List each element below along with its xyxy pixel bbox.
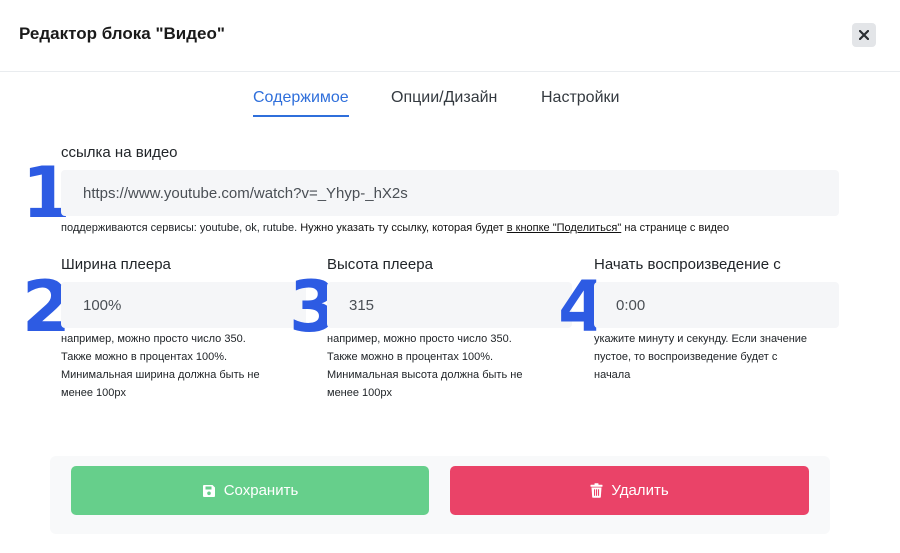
share-button-link[interactable]: в кнопке "Поделиться" <box>507 222 622 234</box>
start-time-help-line: укажите минуту и секунду. Если значение <box>594 333 808 345</box>
trash-icon <box>590 483 603 498</box>
player-width-help-line: Минимальная ширина должна быть не <box>61 369 260 381</box>
player-height-input[interactable] <box>327 282 572 328</box>
start-time-input[interactable] <box>594 282 839 328</box>
player-height-help-line: Также можно в процентах 100%. <box>327 351 494 363</box>
player-width-help-line: например, можно просто число 350. <box>61 333 246 345</box>
player-height-help-line: Минимальная высота должна быть не <box>327 369 523 381</box>
modal-header: Редактор блока "Видео" <box>0 0 900 72</box>
close-icon <box>859 30 869 40</box>
video-url-label: ссылка на видео <box>61 144 178 161</box>
floppy-disk-icon <box>202 484 215 497</box>
player-height-help-line: например, можно просто число 350. <box>327 333 512 345</box>
video-url-help: поддерживаются сервисы: youtube, ok, rut… <box>61 222 729 234</box>
player-width-input[interactable] <box>61 282 306 328</box>
tabs: Содержимое Опции/Дизайн Настройки <box>0 72 900 122</box>
tab-content[interactable]: Содержимое <box>253 89 349 117</box>
tab-options-design[interactable]: Опции/Дизайн <box>391 89 497 115</box>
player-width-help: например, можно просто число 350. Также … <box>61 330 301 402</box>
video-url-help-prefix: поддерживаются сервисы: youtube, ok, rut… <box>61 222 298 234</box>
save-button[interactable]: Сохранить <box>71 466 429 515</box>
close-button[interactable] <box>852 23 876 47</box>
start-time-help: укажите минуту и секунду. Если значение … <box>594 330 844 384</box>
player-width-help-line: менее 100px <box>61 387 127 399</box>
player-width-label: Ширина плеера <box>61 256 171 273</box>
player-height-label: Высота плеера <box>327 256 433 273</box>
save-button-label: Сохранить <box>223 482 299 499</box>
player-height-help: например, можно просто число 350. Также … <box>327 330 567 402</box>
player-width-help-line: Также можно в процентах 100%. <box>61 351 228 363</box>
video-url-help-suffix: на странице с видео <box>621 222 730 234</box>
modal-title: Редактор блока "Видео" <box>19 24 225 43</box>
start-time-label: Начать воспроизведение с <box>594 256 781 273</box>
tab-settings[interactable]: Настройки <box>541 89 619 115</box>
delete-button[interactable]: Удалить <box>450 466 809 515</box>
video-block-editor-modal: Редактор блока "Видео" Содержимое Опции/… <box>0 0 900 553</box>
start-time-help-line: начала <box>594 369 631 381</box>
video-url-help-bold: Нужно указать ту ссылку, которая будет <box>297 222 507 234</box>
delete-button-label: Удалить <box>611 482 669 499</box>
start-time-help-line: пустое, то воспроизведение будет с <box>594 351 778 363</box>
video-url-input[interactable] <box>61 170 839 216</box>
player-height-help-line: менее 100px <box>327 387 393 399</box>
